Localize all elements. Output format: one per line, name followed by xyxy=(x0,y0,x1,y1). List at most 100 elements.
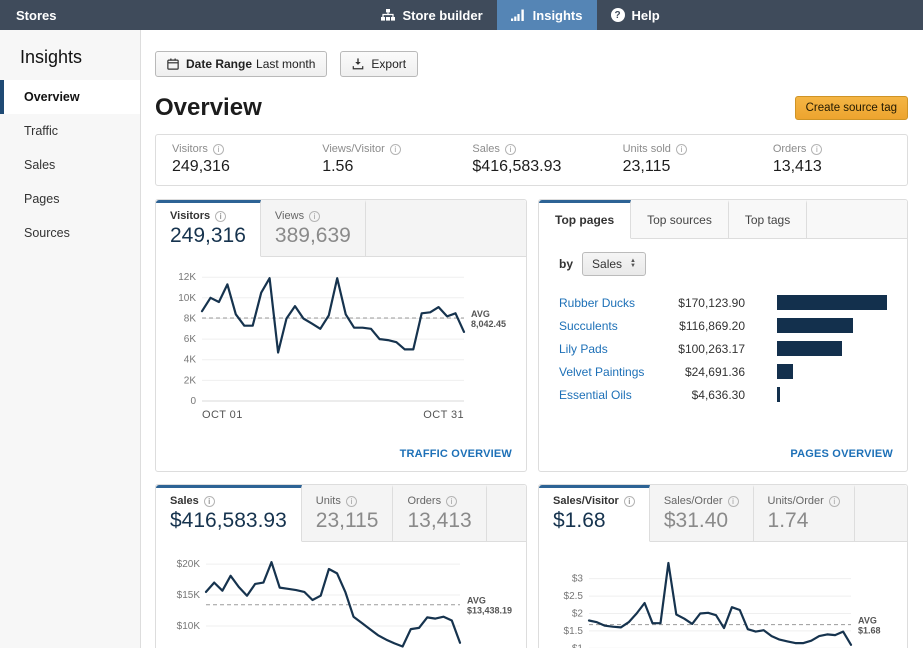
traffic-line-chart: 12K10K8K6K4K2K0AVG8,042.45OCT 01OCT 31 xyxy=(164,263,524,439)
stat-label: Orders xyxy=(773,143,807,155)
svg-text:$2: $2 xyxy=(572,609,584,620)
tab-sales[interactable]: Salesi $416,583.93 xyxy=(156,485,302,542)
tab-value: 1.74 xyxy=(768,509,840,533)
stat-label: Sales xyxy=(472,143,500,155)
stat-value: $416,583.93 xyxy=(472,158,606,176)
date-range-button[interactable]: Date RangeLast month xyxy=(155,51,327,77)
select-caret-icon: ▲▼ xyxy=(630,259,636,269)
sales-line-chart: $20K$15K$10K$5K$0AVG$13,438.19 xyxy=(164,548,524,648)
bar-track xyxy=(777,318,887,333)
info-icon[interactable]: i xyxy=(676,144,687,155)
bar-track xyxy=(777,341,887,356)
tab-units[interactable]: Unitsi 23,115 xyxy=(302,485,394,542)
info-icon[interactable]: i xyxy=(811,144,822,155)
tab-filler xyxy=(366,200,526,257)
stat-label: Visitors xyxy=(172,143,208,155)
svg-text:AVG: AVG xyxy=(858,616,877,626)
svg-text:OCT 01: OCT 01 xyxy=(202,409,243,421)
cards-row-1: Visitorsi 249,316 Viewsi 389,639 12K10K8… xyxy=(155,199,908,472)
nav-items: Store builder Insights ? Help xyxy=(367,0,673,30)
traffic-overview-link[interactable]: TRAFFIC OVERVIEW xyxy=(400,448,512,460)
tab-top-sources[interactable]: Top sources xyxy=(631,200,729,239)
stat-value: 13,413 xyxy=(773,158,907,176)
nav-brand-stores[interactable]: Stores xyxy=(0,0,72,30)
stat-views-visitor: Views/Visitori 1.56 xyxy=(306,143,456,176)
tab-value: 389,639 xyxy=(275,224,351,248)
sort-by-select[interactable]: Sales ▲▼ xyxy=(582,252,646,276)
sidebar-item-overview[interactable]: Overview xyxy=(0,80,140,114)
sidebar-item-pages[interactable]: Pages xyxy=(0,182,140,216)
tab-top-pages[interactable]: Top pages xyxy=(539,200,631,239)
sales-card: Salesi $416,583.93 Unitsi 23,115 Ordersi… xyxy=(155,484,527,648)
page-sales-value: $170,123.90 xyxy=(659,296,745,310)
page-link[interactable]: Lily Pads xyxy=(559,342,659,356)
page-link[interactable]: Rubber Ducks xyxy=(559,296,659,310)
stat-value: 23,115 xyxy=(623,158,757,176)
info-icon[interactable]: i xyxy=(346,496,357,507)
page-sales-value: $116,869.20 xyxy=(659,319,745,333)
svg-text:6K: 6K xyxy=(184,334,197,345)
nav-item-insights[interactable]: Insights xyxy=(497,0,597,30)
tab-units-order[interactable]: Units/Orderi 1.74 xyxy=(754,485,855,542)
nav-item-help[interactable]: ? Help xyxy=(597,0,674,30)
info-icon[interactable]: i xyxy=(213,144,224,155)
info-icon[interactable]: i xyxy=(215,211,226,222)
stat-label: Views/Visitor xyxy=(322,143,385,155)
page-row: Lily Pads $100,263.17 xyxy=(559,337,887,360)
stat-orders: Ordersi 13,413 xyxy=(757,143,907,176)
stat-visitors: Visitors i 249,316 xyxy=(156,143,306,176)
tab-label: Sales/Order xyxy=(664,495,723,507)
tab-sales-visitor[interactable]: Sales/Visitori $1.68 xyxy=(539,485,650,542)
info-icon[interactable]: i xyxy=(309,211,320,222)
tab-value: $416,583.93 xyxy=(170,509,287,533)
sales-tabs: Salesi $416,583.93 Unitsi 23,115 Ordersi… xyxy=(156,485,526,542)
stat-value: 249,316 xyxy=(172,158,306,176)
info-icon[interactable]: i xyxy=(829,496,840,507)
tab-label: Visitors xyxy=(170,210,210,222)
info-icon[interactable]: i xyxy=(728,496,739,507)
page-bar-fill xyxy=(777,387,780,402)
page-sales-value: $100,263.17 xyxy=(659,342,745,356)
create-source-tag-button[interactable]: Create source tag xyxy=(795,96,908,120)
svg-text:2K: 2K xyxy=(184,375,197,386)
top-pages-body: by Sales ▲▼ Rubber Ducks $170,123.90 xyxy=(539,239,907,406)
bar-track xyxy=(777,387,887,402)
traffic-tabs: Visitorsi 249,316 Viewsi 389,639 xyxy=(156,200,526,257)
tab-label: Orders xyxy=(407,495,441,507)
traffic-chart-area: 12K10K8K6K4K2K0AVG8,042.45OCT 01OCT 31 xyxy=(156,257,526,444)
page-row: Succulents $116,869.20 xyxy=(559,314,887,337)
info-icon[interactable]: i xyxy=(624,496,635,507)
svg-text:$2.5: $2.5 xyxy=(564,591,584,602)
page-row: Velvet Paintings $24,691.36 xyxy=(559,360,887,383)
traffic-card: Visitorsi 249,316 Viewsi 389,639 12K10K8… xyxy=(155,199,527,472)
sidebar-item-sales[interactable]: Sales xyxy=(0,148,140,182)
svg-text:4K: 4K xyxy=(184,355,197,366)
bar-track xyxy=(777,364,887,379)
page-link[interactable]: Essential Oils xyxy=(559,388,659,402)
page-link[interactable]: Velvet Paintings xyxy=(559,365,659,379)
sort-by-value: Sales xyxy=(592,257,622,271)
info-icon[interactable]: i xyxy=(505,144,516,155)
tab-label: Units xyxy=(316,495,341,507)
nav-item-store-builder[interactable]: Store builder xyxy=(367,0,496,30)
export-button[interactable]: Export xyxy=(340,51,418,77)
tab-sales-order[interactable]: Sales/Orderi $31.40 xyxy=(650,485,754,542)
svg-text:0: 0 xyxy=(190,396,196,407)
sidebar-title: Insights xyxy=(0,30,140,80)
info-icon[interactable]: i xyxy=(390,144,401,155)
export-label: Export xyxy=(371,57,406,71)
title-row: Overview Create source tag xyxy=(155,94,908,122)
info-icon[interactable]: i xyxy=(446,496,457,507)
sidebar-item-traffic[interactable]: Traffic xyxy=(0,114,140,148)
tab-visitors[interactable]: Visitorsi 249,316 xyxy=(156,200,261,257)
tab-top-tags[interactable]: Top tags xyxy=(729,200,807,239)
tab-orders[interactable]: Ordersi 13,413 xyxy=(393,485,486,542)
info-icon[interactable]: i xyxy=(204,496,215,507)
sidebar-item-sources[interactable]: Sources xyxy=(0,216,140,250)
tab-views[interactable]: Viewsi 389,639 xyxy=(261,200,366,257)
nav-item-label: Store builder xyxy=(402,8,482,23)
bar-track xyxy=(777,295,887,310)
page-link[interactable]: Succulents xyxy=(559,319,659,333)
pages-overview-link[interactable]: PAGES OVERVIEW xyxy=(790,448,893,460)
toolbar: Date RangeLast month Export xyxy=(155,51,908,77)
